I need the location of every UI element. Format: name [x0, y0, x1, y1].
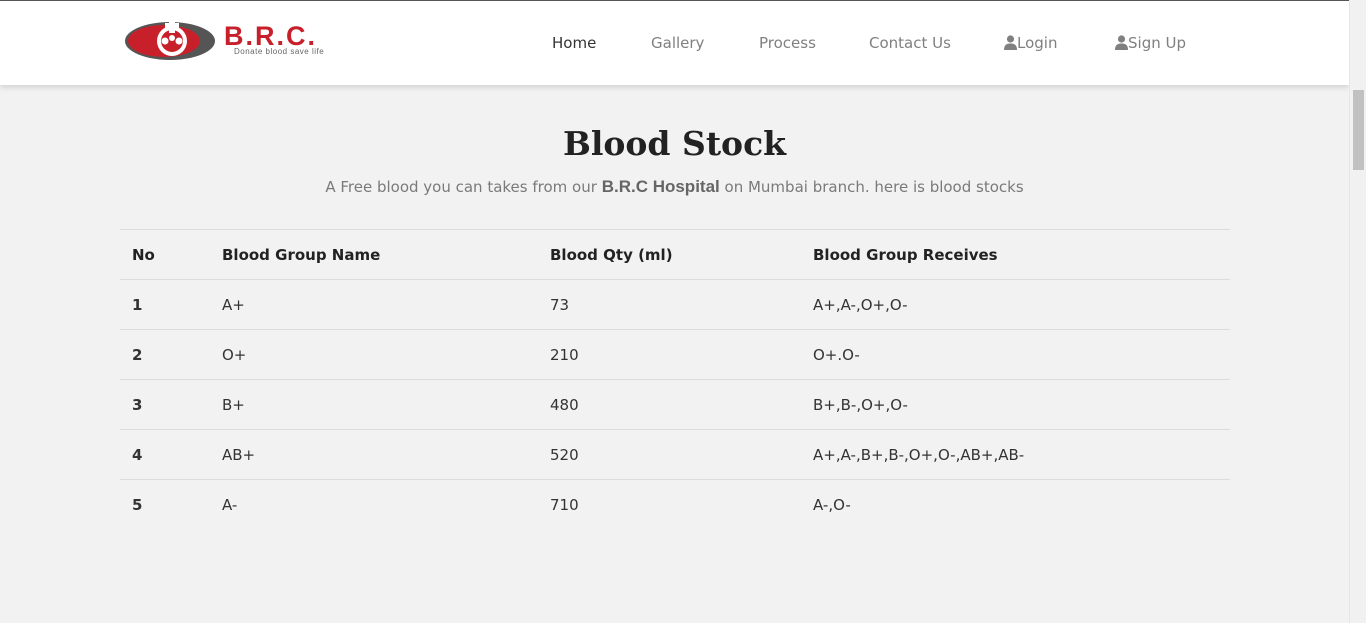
cell-receives: B+,B-,O+,O-	[801, 379, 1230, 430]
cell-qty: 480	[538, 379, 801, 430]
cell-group: O+	[210, 329, 538, 380]
header-blood-qty: Blood Qty (ml)	[538, 229, 801, 280]
table-row: 3 B+ 480 B+,B-,O+,O-	[120, 379, 1230, 430]
scrollbar-thumb[interactable]	[1353, 90, 1364, 170]
subtitle-prefix: A Free blood you can takes from our	[325, 178, 597, 196]
nav-login[interactable]: Login	[1004, 34, 1057, 52]
cell-group: A+	[210, 279, 538, 330]
page-title: Blood Stock	[562, 124, 787, 163]
header-blood-group-name: Blood Group Name	[210, 229, 538, 280]
cell-no: 4	[120, 429, 210, 480]
nav-sign-up[interactable]: Sign Up	[1115, 34, 1186, 52]
page-subtitle: A Free blood you can takes from our B.R.…	[0, 177, 1349, 197]
cell-qty: 710	[538, 479, 801, 530]
nav-sign-up-label: Sign Up	[1128, 34, 1186, 52]
cell-qty: 73	[538, 279, 801, 330]
header-no: No	[120, 229, 210, 280]
page-scrollbar[interactable]	[1349, 0, 1366, 623]
cell-receives: A+,A-,O+,O-	[801, 279, 1230, 330]
nav-process[interactable]: Process	[759, 34, 816, 52]
user-icon	[1115, 35, 1128, 50]
navbar: B.R.C. Donate blood save life Home Galle…	[0, 0, 1349, 85]
blood-stock-table: No Blood Group Name Blood Qty (ml) Blood…	[120, 229, 1230, 530]
cell-receives: O+.O-	[801, 329, 1230, 380]
cell-no: 2	[120, 329, 210, 380]
cell-qty: 210	[538, 329, 801, 380]
nav-contact-us[interactable]: Contact Us	[869, 34, 951, 52]
subtitle-hospital-name: B.R.C Hospital	[601, 177, 720, 196]
cell-group: A-	[210, 479, 538, 530]
main-nav: Home Gallery Process Contact Us Login Si…	[0, 34, 1349, 56]
cell-group: AB+	[210, 429, 538, 480]
cell-no: 1	[120, 279, 210, 330]
cell-no: 5	[120, 479, 210, 530]
subtitle-suffix: on Mumbai branch. here is blood stocks	[724, 178, 1024, 196]
nav-gallery[interactable]: Gallery	[651, 34, 704, 52]
user-icon	[1004, 35, 1017, 50]
table-row: 4 AB+ 520 A+,A-,B+,B-,O+,O-,AB+,AB-	[120, 429, 1230, 480]
table-row: 1 A+ 73 A+,A-,O+,O-	[120, 279, 1230, 330]
cell-qty: 520	[538, 429, 801, 480]
nav-home[interactable]: Home	[552, 34, 596, 52]
nav-login-label: Login	[1017, 34, 1058, 52]
table-row: 2 O+ 210 O+.O-	[120, 329, 1230, 380]
cell-no: 3	[120, 379, 210, 430]
cell-group: B+	[210, 379, 538, 430]
cell-receives: A-,O-	[801, 479, 1230, 530]
cell-receives: A+,A-,B+,B-,O+,O-,AB+,AB-	[801, 429, 1230, 480]
header-blood-group-receives: Blood Group Receives	[801, 229, 1230, 280]
table-header-row: No Blood Group Name Blood Qty (ml) Blood…	[120, 229, 1230, 280]
table-row: 5 A- 710 A-,O-	[120, 479, 1230, 530]
